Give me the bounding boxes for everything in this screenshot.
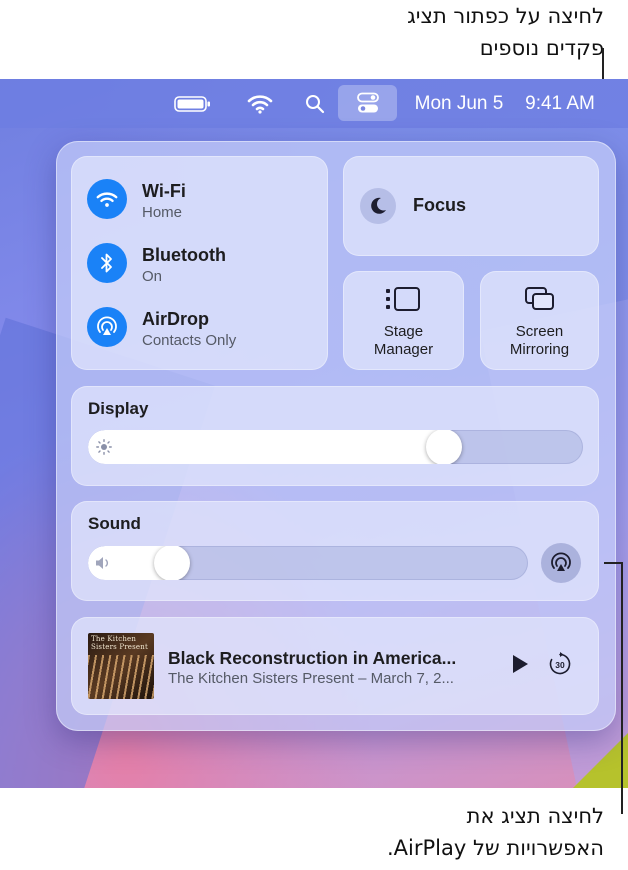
bluetooth-status: On (142, 268, 163, 285)
airdrop-toggle[interactable] (87, 307, 127, 347)
album-art-title: The Kitchen Sisters Present (91, 635, 149, 651)
control-center-button[interactable] (338, 85, 397, 121)
now-playing-title: Black Reconstruction in America... (168, 648, 457, 668)
stage-manager-label: Stage Manager (343, 323, 464, 359)
skip-forward-button[interactable]: 30 (547, 651, 573, 677)
callout-top-line1: לחיצה על כפתור תציג (407, 4, 604, 28)
callout-top-line2: פקדים נוספים (479, 36, 604, 60)
wifi-icon (96, 192, 118, 207)
sound-slider-knob[interactable] (153, 546, 190, 580)
screen-mirroring-label-line2: Mirroring (509, 341, 570, 358)
play-icon (513, 655, 528, 673)
desktop-wallpaper: Mon Jun 5 9:41 AM Wi-Fi Home Bluetooth O… (0, 79, 628, 788)
airdrop-status: Contacts Only (142, 332, 237, 349)
control-center-panel: Wi-Fi Home Bluetooth On AirDrop Contacts… (56, 141, 616, 731)
bluetooth-icon (101, 253, 112, 273)
focus-icon-circle (360, 188, 396, 224)
callout-more-controls: לחיצה על כפתור תציג פקדים נוספים (244, 0, 604, 64)
menu-bar: Mon Jun 5 9:41 AM (0, 79, 628, 128)
airdrop-label[interactable]: AirDrop (142, 309, 209, 330)
album-art-pattern (88, 655, 154, 699)
wifi-icon[interactable] (242, 79, 278, 128)
bluetooth-label[interactable]: Bluetooth (142, 245, 226, 266)
display-tile: Display (71, 386, 599, 486)
control-center-icon (356, 92, 379, 113)
display-label: Display (88, 399, 149, 418)
battery-icon[interactable] (170, 79, 216, 128)
focus-tile[interactable]: Focus (343, 156, 599, 256)
wallpaper-accent (573, 733, 628, 788)
stage-manager-label-line2: Manager (373, 341, 434, 358)
focus-label: Focus (413, 195, 467, 215)
stage-manager-icon (386, 287, 420, 311)
bluetooth-toggle[interactable] (87, 243, 127, 283)
brightness-icon (96, 439, 112, 455)
sound-tile: Sound (71, 501, 599, 601)
airplay-audio-icon (551, 552, 571, 571)
stage-manager-tile[interactable]: Stage Manager (343, 271, 464, 370)
now-playing-tile[interactable]: The Kitchen Sisters Present Black Recons… (71, 617, 599, 715)
screen-mirroring-icon (525, 287, 554, 310)
network-tile: Wi-Fi Home Bluetooth On AirDrop Contacts… (71, 156, 328, 370)
album-art: The Kitchen Sisters Present (88, 633, 154, 699)
search-icon[interactable] (300, 79, 330, 128)
wifi-toggle[interactable] (87, 179, 127, 219)
callout-bottom-line2: האפשרויות של AirPlay. (386, 836, 604, 860)
airplay-audio-button[interactable] (541, 543, 581, 583)
callout-bottom-leader (621, 562, 623, 814)
screen-mirroring-label-line1: Screen (515, 323, 564, 340)
display-slider-fill (88, 430, 445, 464)
stage-manager-label-line1: Stage (383, 323, 424, 340)
menubar-time[interactable]: 9:41 AM (518, 79, 602, 128)
callout-bottom-leader-tick (604, 562, 622, 564)
skip-forward-30-icon: 30 (549, 652, 571, 675)
wifi-label[interactable]: Wi-Fi (142, 181, 186, 202)
callout-airplay: לחיצה תציג את האפשרויות של AirPlay. (244, 800, 604, 864)
moon-icon (371, 197, 386, 214)
airdrop-icon (97, 316, 117, 335)
display-slider-knob[interactable] (426, 430, 463, 464)
now-playing-subtitle: The Kitchen Sisters Present – March 7, 2… (168, 670, 454, 687)
screen-mirroring-tile[interactable]: Screen Mirroring (480, 271, 599, 370)
display-brightness-slider[interactable] (88, 430, 583, 464)
speaker-icon (96, 557, 108, 569)
play-button[interactable] (509, 653, 533, 677)
screen-mirroring-label: Screen Mirroring (480, 323, 599, 359)
sound-volume-slider[interactable] (88, 546, 528, 580)
skip-seconds: 30 (555, 660, 565, 670)
wifi-status: Home (142, 204, 183, 221)
menubar-date[interactable]: Mon Jun 5 (406, 79, 512, 128)
sound-label: Sound (88, 514, 141, 533)
callout-bottom-line1: לחיצה תציג את (466, 804, 604, 828)
